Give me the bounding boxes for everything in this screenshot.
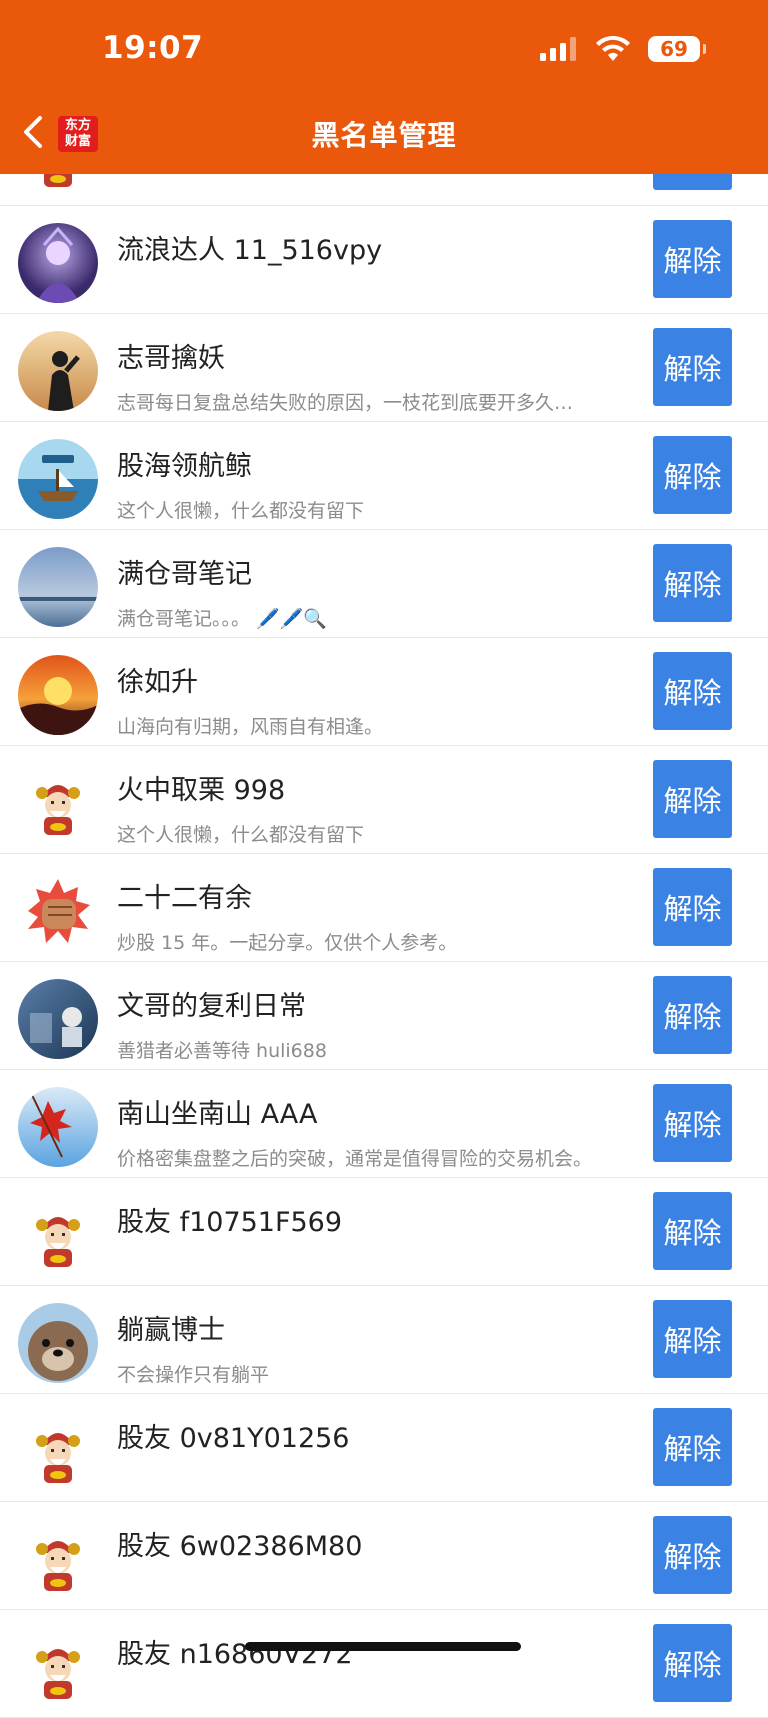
avatar[interactable]	[18, 1087, 98, 1167]
unblock-button[interactable]: 解除	[653, 1516, 732, 1594]
avatar[interactable]	[18, 439, 98, 519]
unblock-button[interactable]: 解除	[653, 1624, 732, 1702]
unblock-button[interactable]: 解除	[653, 220, 732, 298]
avatar[interactable]	[18, 331, 98, 411]
avatar[interactable]	[18, 547, 98, 627]
avatar[interactable]	[18, 223, 98, 303]
user-bio: 满仓哥笔记。。。 🖊️🖊️🔍	[117, 608, 328, 630]
list-item[interactable]: 躺赢博士不会操作只有躺平 解除	[0, 1286, 768, 1394]
user-bio: 这个人很懒，什么都没有留下	[117, 500, 365, 522]
unblock-button[interactable]: 解除	[653, 868, 732, 946]
avatar[interactable]	[18, 1627, 98, 1707]
list-item[interactable]: 二十二有余炒股 15 年。一起分享。仅供个人参考。 解除	[0, 854, 768, 962]
list-item[interactable]: 股友 0v81Y01256 解除	[0, 1394, 768, 1502]
user-bio: 善猎者必善等待 huli688	[117, 1040, 327, 1062]
user-name: 火中取栗 998	[117, 775, 286, 806]
avatar[interactable]	[18, 655, 98, 735]
avatar[interactable]	[18, 979, 98, 1059]
avatar[interactable]	[18, 1195, 98, 1275]
status-time: 19:07	[102, 30, 204, 66]
list-item[interactable]: 徐如升山海向有归期，风雨自有相逢。 解除	[0, 638, 768, 746]
user-bio: 志哥每日复盘总结失败的原因，一枝花到底要开多久…	[117, 392, 574, 414]
user-bio: 炒股 15 年。一起分享。仅供个人参考。	[117, 932, 458, 954]
unblock-button[interactable]: 解除	[653, 328, 732, 406]
top-bar: 19:07 69 东方 财富 黑名单管理	[0, 0, 768, 174]
user-name: 二十二有余	[117, 883, 252, 914]
user-name: 文哥的复利日常	[117, 991, 306, 1022]
list-item[interactable]: 文哥的复利日常善猎者必善等待 huli688 解除	[0, 962, 768, 1070]
avatar[interactable]	[18, 1411, 98, 1491]
blacklist: 解除流浪达人 11_516vpy解除志哥擒妖志哥每日复盘总结失败的原因，一枝花到…	[0, 98, 768, 1718]
list-item[interactable]: 志哥擒妖志哥每日复盘总结失败的原因，一枝花到底要开多久… 解除	[0, 314, 768, 422]
user-name: 股友 n16860V272	[117, 1639, 353, 1670]
list-item[interactable]: 流浪达人 11_516vpy 解除	[0, 206, 768, 314]
user-name: 躺赢博士	[117, 1315, 225, 1346]
unblock-button[interactable]: 解除	[653, 652, 732, 730]
user-bio: 山海向有归期，风雨自有相逢。	[117, 716, 384, 738]
user-name: 股海领航鲸	[117, 451, 252, 482]
user-name: 志哥擒妖	[117, 343, 225, 374]
unblock-button[interactable]: 解除	[653, 436, 732, 514]
list-item[interactable]: 满仓哥笔记满仓哥笔记。。。 🖊️🖊️🔍 解除	[0, 530, 768, 638]
user-name: 徐如升	[117, 667, 198, 698]
user-name: 股友 f10751F569	[117, 1207, 343, 1238]
unblock-button[interactable]: 解除	[653, 544, 732, 622]
avatar[interactable]	[18, 1519, 98, 1599]
page-title: 黑名单管理	[311, 119, 457, 152]
user-bio: 这个人很懒，什么都没有留下	[117, 824, 365, 846]
list-item[interactable]: 股友 f10751F569 解除	[0, 1178, 768, 1286]
unblock-button[interactable]: 解除	[653, 1084, 732, 1162]
user-name: 股友 6w02386M80	[117, 1531, 363, 1562]
list-item[interactable]: 南山坐南山 AAA 价格密集盘整之后的突破，通常是值得冒险的交易机会。 解除	[0, 1070, 768, 1178]
home-indicator	[245, 1642, 521, 1651]
user-name: 股友 0v81Y01256	[117, 1423, 350, 1454]
list-item[interactable]: 股友 n16860V272 解除	[0, 1610, 768, 1718]
unblock-button[interactable]: 解除	[653, 1408, 732, 1486]
unblock-button[interactable]: 解除	[653, 1192, 732, 1270]
status-icons: 69	[540, 36, 706, 62]
unblock-button[interactable]: 解除	[653, 976, 732, 1054]
signal-icon	[540, 37, 576, 61]
user-name: 满仓哥笔记	[117, 559, 252, 590]
user-name: 南山坐南山 AAA	[117, 1099, 318, 1130]
avatar[interactable]	[18, 763, 98, 843]
list-item[interactable]: 股海领航鲸这个人很懒，什么都没有留下 解除	[0, 422, 768, 530]
unblock-button[interactable]: 解除	[653, 1300, 732, 1378]
wifi-icon	[596, 36, 630, 61]
avatar[interactable]	[18, 871, 98, 951]
user-name: 流浪达人 11_516vpy	[117, 235, 383, 266]
user-bio: 不会操作只有躺平	[117, 1364, 270, 1386]
avatar[interactable]	[18, 1303, 98, 1383]
unblock-button[interactable]: 解除	[653, 760, 732, 838]
battery-indicator: 69	[648, 36, 706, 62]
list-item[interactable]: 股友 6w02386M80 解除	[0, 1502, 768, 1610]
list-item[interactable]: 火中取栗 998 这个人很懒，什么都没有留下 解除	[0, 746, 768, 854]
user-bio: 价格密集盘整之后的突破，通常是值得冒险的交易机会。	[117, 1148, 593, 1170]
